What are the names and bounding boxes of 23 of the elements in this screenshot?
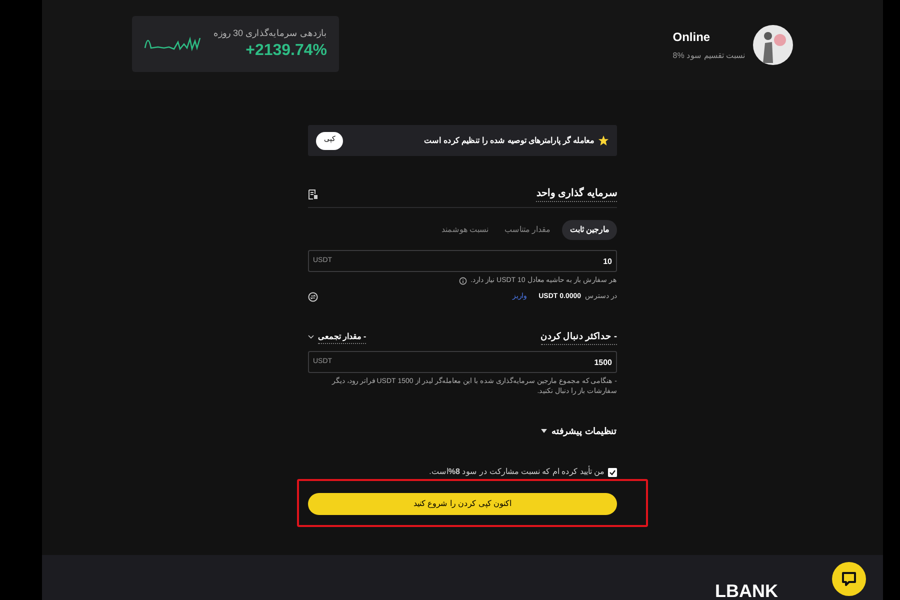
document-icon[interactable] (308, 188, 318, 200)
roi-label: بازدهی سرمایه‌گذاری 30 روزه (213, 27, 327, 40)
sparkline-chart (144, 35, 202, 53)
trader-name: Online (672, 29, 710, 46)
roi-value: +2139.74% (246, 40, 327, 61)
tab[interactable]: نسبت هوشمند (437, 220, 493, 240)
info-icon[interactable] (458, 277, 467, 286)
section-title: - حداکثر دنبال کردن (540, 330, 617, 344)
agreement-checkbox[interactable] (608, 468, 617, 476)
chat-button[interactable] (832, 562, 866, 596)
footer-logo: LBANK (715, 582, 778, 600)
chevron-icon (308, 335, 314, 340)
tab[interactable]: مقدار متناسب (500, 220, 554, 240)
notice-text: معامله گر پارامترهای توصیه شده را تنظیم کرده است (424, 134, 594, 146)
star-icon (598, 135, 609, 146)
section-title: سرمایه گذاری واحد (536, 186, 617, 202)
advanced-settings-toggle[interactable]: تنظیمات پیشرفته (541, 424, 617, 438)
start-copy-button[interactable]: اکنون کپی کردن را شروع کنید (308, 493, 617, 515)
chat-icon (841, 571, 857, 587)
transfer-icon[interactable] (308, 292, 318, 302)
profit-share-text: نسبت تقسیم سود %8 (672, 50, 745, 62)
tab[interactable]: مارجین ثابت (562, 220, 617, 240)
mode-dropdown[interactable]: - مقدار تجمعی (308, 330, 366, 344)
